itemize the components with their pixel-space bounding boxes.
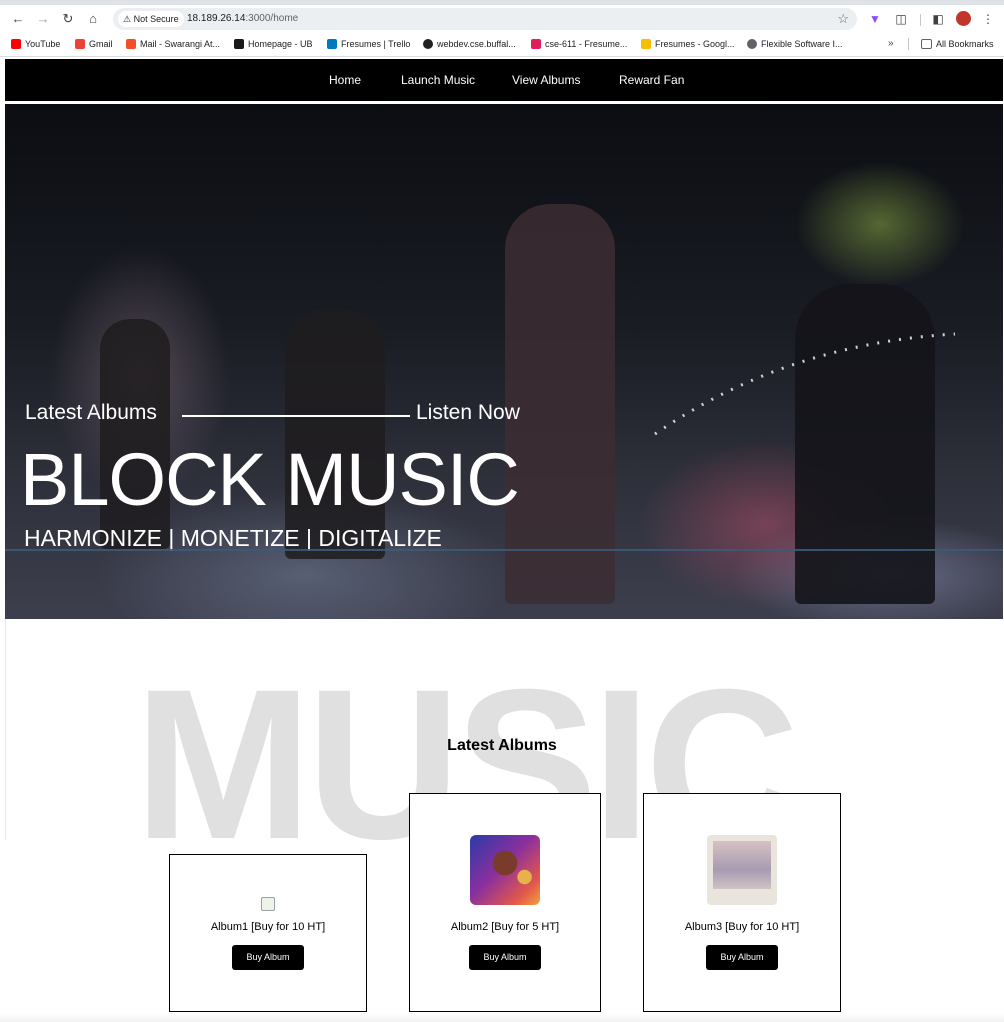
warning-icon: ⚠ <box>123 14 132 24</box>
avatar[interactable] <box>956 11 971 26</box>
bookmark-trello[interactable]: Fresumes | Trello <box>327 32 410 56</box>
bookmark-flexible-software[interactable]: Flexible Software I... <box>747 32 843 56</box>
toolbar-divider <box>920 14 921 26</box>
bookmark-homepage-ub[interactable]: Homepage - UB <box>234 32 313 56</box>
album-3-cover <box>707 835 777 905</box>
bookmark-label: webdev.cse.buffal... <box>437 39 516 49</box>
info-icon <box>747 39 757 49</box>
address-bar[interactable]: ⚠ Not Secure 18.189.26.14:3000/home ☆ <box>113 8 857 30</box>
puzzle-icon[interactable]: ◫ <box>892 10 910 28</box>
bookmark-webdev[interactable]: webdev.cse.buffal... <box>423 32 516 56</box>
url-host: 18.189.26.14 <box>187 13 246 24</box>
security-label: Not Secure <box>133 14 179 24</box>
album-3-photo <box>713 841 771 889</box>
star-icon[interactable]: ☆ <box>837 8 849 30</box>
bookmark-label: Fresumes - Googl... <box>655 39 735 49</box>
buy-album-button[interactable]: Buy Album <box>232 945 304 970</box>
section-title: Latest Albums <box>447 737 557 754</box>
extension-icon[interactable]: ▼ <box>866 10 884 28</box>
bookmark-mail[interactable]: Mail - Swarangi At... <box>126 32 220 56</box>
bookmark-slack[interactable]: cse-611 - Fresume... <box>531 32 627 56</box>
back-icon[interactable]: ← <box>8 9 28 29</box>
microsoft-icon <box>126 39 136 49</box>
nav-view-albums[interactable]: View Albums <box>512 59 580 101</box>
drive-icon <box>641 39 651 49</box>
bookmark-youtube[interactable]: YouTube <box>11 32 60 56</box>
album-2-cover <box>470 835 540 905</box>
bookmark-gmail[interactable]: Gmail <box>75 32 113 56</box>
album-card-1: Album1 [Buy for 10 HT] Buy Album <box>169 854 367 1012</box>
bookmark-label: Flexible Software I... <box>761 39 843 49</box>
broken-image-icon <box>261 897 275 911</box>
globe-icon <box>423 39 433 49</box>
trello-icon <box>327 39 337 49</box>
youtube-icon <box>11 39 21 49</box>
hero-tagline-left: Latest Albums <box>25 401 157 424</box>
ub-icon <box>234 39 244 49</box>
hero-listen-now[interactable]: Listen Now <box>416 401 520 425</box>
hero-rule <box>5 549 1003 551</box>
album-title: Album3 [Buy for 10 HT] <box>684 921 800 933</box>
bookmark-label: cse-611 - Fresume... <box>545 39 628 49</box>
bookmark-label: Fresumes | Trello <box>341 39 411 49</box>
hero-banner: Latest Albums Listen Now BLOCK MUSIC HAR… <box>5 104 1003 619</box>
nav-home[interactable]: Home <box>329 59 361 101</box>
bottom-fade <box>0 1013 1004 1022</box>
album-card-3: Album3 [Buy for 10 HT] Buy Album <box>643 793 841 1012</box>
forward-icon[interactable]: → <box>33 9 53 29</box>
security-chip[interactable]: ⚠ Not Secure <box>118 11 184 27</box>
nav-launch-music[interactable]: Launch Music <box>401 59 475 101</box>
folder-icon <box>921 39 932 49</box>
site-navbar: Home Launch Music View Albums Reward Fan <box>5 59 1003 101</box>
reload-icon[interactable]: ↻ <box>58 9 78 29</box>
browser-toolbar: ← → ↻ ⌂ ⚠ Not Secure 18.189.26.14:3000/h… <box>0 5 1004 32</box>
bookmarks-bar: YouTube Gmail Mail - Swarangi At... Home… <box>0 32 1004 57</box>
content-border <box>5 619 6 840</box>
hero-subtitle: HARMONIZE | MONETIZE | DIGITALIZE <box>24 525 442 551</box>
buy-album-button[interactable]: Buy Album <box>469 945 541 970</box>
hero-silhouette-singer <box>505 204 615 604</box>
url-text[interactable]: 18.189.26.14:3000/home <box>187 8 298 30</box>
bookmark-label: Homepage - UB <box>248 39 313 49</box>
url-path: :3000/home <box>245 13 299 24</box>
bookmark-label: YouTube <box>25 39 61 49</box>
album-card-2: Album2 [Buy for 5 HT] Buy Album <box>409 793 601 1012</box>
all-bookmarks-button[interactable]: All Bookmarks <box>921 32 994 56</box>
nav-reward-fan[interactable]: Reward Fan <box>619 59 684 101</box>
sidepanel-icon[interactable]: ◧ <box>929 10 947 28</box>
bookmark-google-drive[interactable]: Fresumes - Googl... <box>641 32 735 56</box>
hero-title: BLOCK MUSIC <box>20 438 520 521</box>
buy-album-button[interactable]: Buy Album <box>706 945 778 970</box>
home-icon[interactable]: ⌂ <box>83 9 103 29</box>
album-title: Album2 [Buy for 5 HT] <box>450 921 560 933</box>
hero-divider-line <box>182 415 410 417</box>
bookmark-label: Gmail <box>89 39 113 49</box>
gmail-icon <box>75 39 85 49</box>
all-bookmarks-label: All Bookmarks <box>936 39 994 49</box>
album-title: Album1 [Buy for 10 HT] <box>210 921 326 933</box>
stage-lights <box>654 332 956 436</box>
kebab-menu-icon[interactable]: ⋮ <box>979 10 997 28</box>
bookmarks-divider <box>908 38 909 50</box>
bookmark-label: Mail - Swarangi At... <box>140 39 221 49</box>
bookmarks-overflow-button[interactable]: » <box>888 32 894 56</box>
slack-icon <box>531 39 541 49</box>
